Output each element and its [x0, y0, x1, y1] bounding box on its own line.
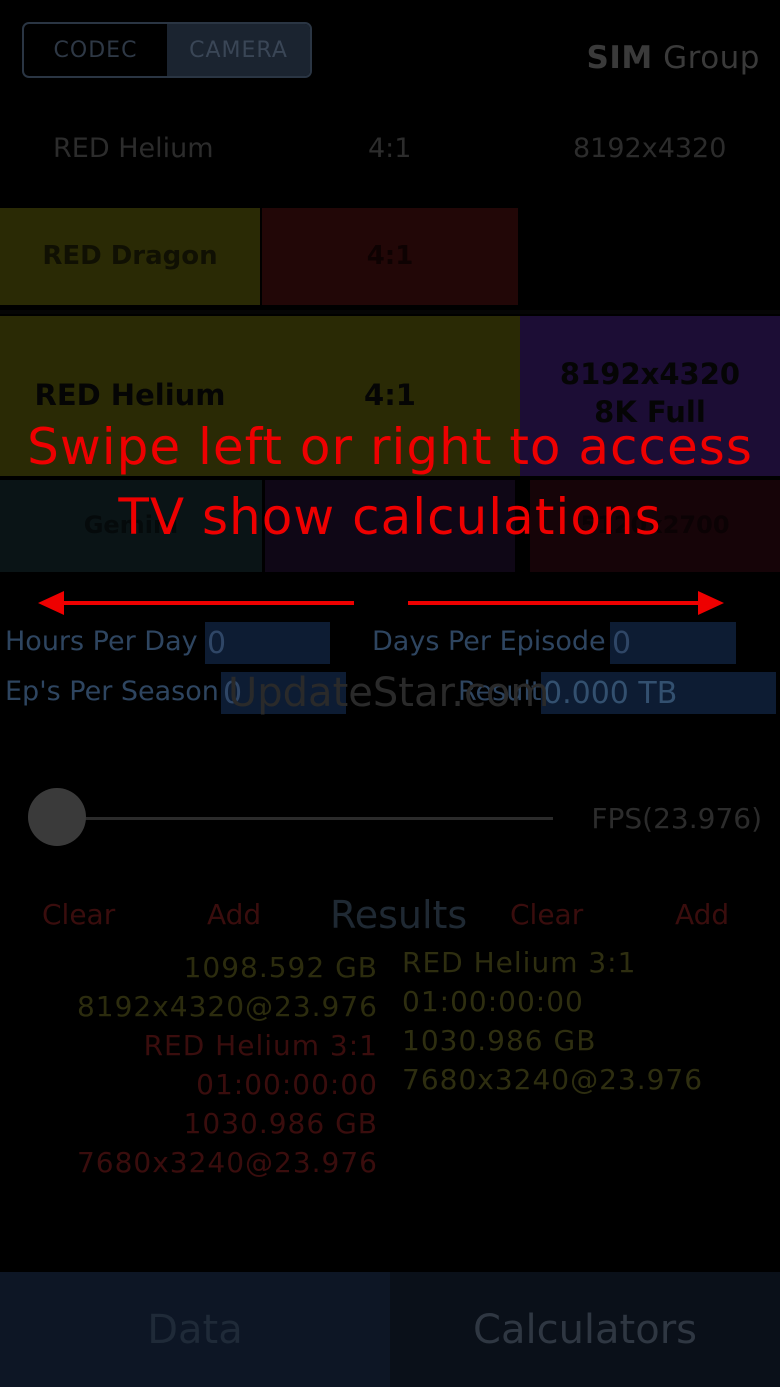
days-per-episode-input[interactable]: 0: [610, 622, 736, 664]
swipe-line-2: TV show calculations: [118, 488, 662, 546]
results-title: Results: [330, 893, 468, 937]
add-right-button[interactable]: Add: [675, 898, 729, 931]
selected-ratio-label: 4:1: [368, 133, 412, 164]
swipe-instruction: Swipe left or right to access TV show ca…: [0, 412, 780, 552]
hours-per-day-input[interactable]: 0: [205, 622, 330, 664]
fps-label: FPS(23.976): [591, 802, 762, 835]
results-right-list: RED Helium 3:1 01:00:00:00 1030.986 GB 7…: [402, 943, 703, 1099]
tab-calculators[interactable]: Calculators: [390, 1272, 780, 1387]
result-size-2: 1030.986 GB: [183, 1107, 378, 1140]
fps-slider-track[interactable]: [56, 817, 553, 820]
resolution-value: 8192x4320: [559, 357, 741, 391]
result-camera-2: RED Helium 3:1: [143, 1029, 378, 1062]
results-left-list: 1098.592 GB 8192x4320@23.976 RED Helium …: [77, 948, 378, 1182]
result-right-size: 1030.986 GB: [402, 1024, 597, 1057]
hours-per-day-label: Hours Per Day: [5, 626, 198, 657]
result-size-1: 1098.592 GB: [183, 951, 378, 984]
result-spec-2: 7680x3240@23.976: [76, 1146, 378, 1179]
picker-divider: [0, 310, 780, 314]
sim-group-logo: SIM Group: [586, 40, 760, 76]
codec-camera-segmented-control: CODEC CAMERA: [22, 22, 312, 78]
result-spec-1: 8192x4320@23.976: [76, 990, 378, 1023]
clear-left-button[interactable]: Clear: [42, 898, 115, 931]
watermark: UpdateStar.com: [228, 670, 550, 716]
selected-resolution-label: 8192x4320: [573, 133, 727, 164]
right-arrow-icon: [408, 591, 724, 615]
result-value: 0.000 TB: [541, 672, 776, 714]
result-right-camera: RED Helium 3:1: [402, 946, 637, 979]
result-right-timecode: 01:00:00:00: [402, 985, 584, 1018]
left-arrow-icon: [38, 591, 354, 615]
fps-slider-thumb[interactable]: [28, 788, 86, 846]
selected-camera-label: RED Helium: [53, 133, 214, 164]
eps-per-season-label: Ep's Per Season: [5, 676, 219, 707]
picker-ratio-top[interactable]: 4:1: [262, 208, 518, 305]
swipe-line-1: Swipe left or right to access: [27, 418, 753, 476]
tab-data[interactable]: Data: [0, 1272, 390, 1387]
clear-right-button[interactable]: Clear: [510, 898, 583, 931]
result-timecode-2: 01:00:00:00: [196, 1068, 378, 1101]
result-right-spec: 7680x3240@23.976: [402, 1063, 704, 1096]
add-left-button[interactable]: Add: [207, 898, 261, 931]
codec-tab[interactable]: CODEC: [24, 24, 167, 76]
camera-tab[interactable]: CAMERA: [167, 24, 310, 76]
days-per-episode-label: Days Per Episode: [372, 626, 606, 657]
picker-camera-red-dragon[interactable]: RED Dragon: [0, 208, 260, 305]
